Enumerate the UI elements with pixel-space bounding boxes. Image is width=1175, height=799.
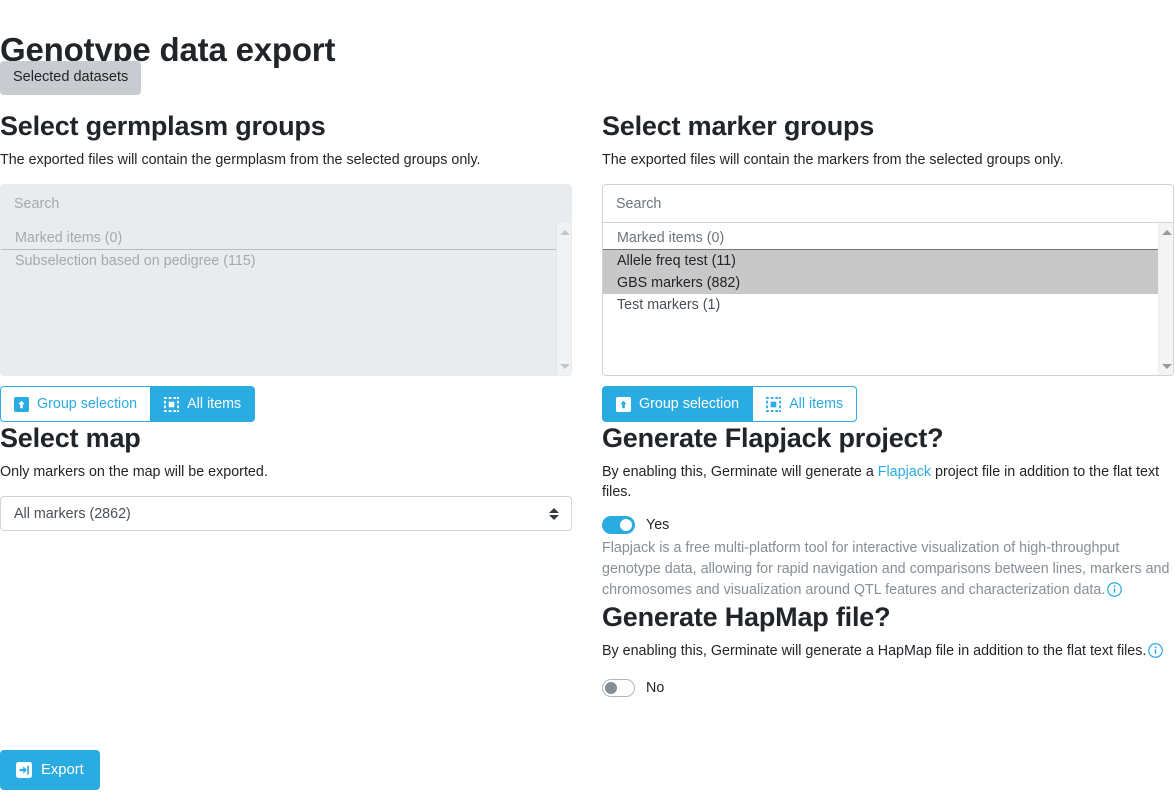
upload-square-icon — [616, 397, 631, 412]
select-all-dotted-square-icon — [766, 397, 781, 412]
germplasm-group-selection-label: Group selection — [37, 397, 137, 411]
markers-group-selection-button[interactable]: Group selection — [602, 386, 753, 422]
flapjack-help-text: Flapjack is a free multi-platform tool f… — [602, 538, 1174, 601]
germplasm-all-items-label: All items — [187, 397, 241, 411]
markers-list-scrollbar[interactable] — [1158, 223, 1173, 375]
map-select-wrapper[interactable]: All markers (2862) — [0, 496, 572, 531]
hapmap-description-body: By enabling this, Germinate will generat… — [602, 643, 1146, 659]
map-description: Only markers on the map will be exported… — [0, 462, 572, 482]
hapmap-toggle[interactable] — [602, 679, 635, 697]
hapmap-description: By enabling this, Germinate will generat… — [602, 641, 1174, 661]
scroll-up-arrow-icon[interactable] — [557, 225, 572, 239]
germplasm-column: Select germplasm groups The exported fil… — [0, 110, 572, 531]
germplasm-list[interactable]: Marked items (0) Subselection based on p… — [0, 222, 572, 376]
flapjack-help-text-body: Flapjack is a free multi-platform tool f… — [602, 540, 1169, 598]
flapjack-toggle[interactable] — [602, 516, 635, 534]
hapmap-toggle-label: No — [646, 680, 664, 696]
flapjack-description: By enabling this, Germinate will generat… — [602, 462, 1174, 502]
export-arrow-icon — [16, 762, 32, 778]
flapjack-heading: Generate Flapjack project? — [602, 422, 1174, 454]
export-button-label: Export — [41, 762, 84, 778]
flapjack-link[interactable]: Flapjack — [878, 464, 931, 480]
germplasm-mode-buttons: Group selection — [0, 386, 572, 422]
markers-column: Select marker groups The exported files … — [602, 110, 1174, 697]
markers-all-items-label: All items — [789, 397, 843, 411]
scroll-down-arrow-icon[interactable] — [1159, 359, 1174, 373]
markers-list-items: Marked items (0) Allele freq test (11) G… — [603, 227, 1173, 316]
markers-group-selection-label: Group selection — [639, 397, 739, 411]
germplasm-all-items-button[interactable]: All items — [151, 386, 255, 422]
export-button[interactable]: Export — [0, 750, 100, 790]
markers-mode-buttons: Group selection — [602, 386, 1174, 422]
select-all-dotted-square-icon — [164, 397, 179, 412]
upload-square-icon — [14, 397, 29, 412]
hapmap-toggle-row: No — [602, 679, 1174, 697]
markers-group-widget: Search Marked items (0) Allele freq test… — [602, 184, 1174, 422]
flapjack-toggle-row: Yes — [602, 516, 1174, 534]
germplasm-search-input[interactable]: Search — [0, 184, 572, 222]
markers-heading: Select marker groups — [602, 110, 1174, 142]
germplasm-group-widget: Search Marked items (0) Subselection bas… — [0, 184, 572, 422]
info-circle-icon[interactable] — [1148, 643, 1163, 658]
markers-description: The exported files will contain the mark… — [602, 150, 1174, 170]
list-item[interactable]: Test markers (1) — [603, 294, 1173, 316]
selected-datasets-badge[interactable]: Selected datasets — [0, 61, 141, 95]
list-item[interactable]: GBS markers (882) — [603, 272, 1167, 294]
list-item[interactable]: Marked items (0) — [603, 227, 1167, 250]
germplasm-heading: Select germplasm groups — [0, 110, 572, 142]
genotype-export-page: Genotype data export Selected datasets S… — [0, 0, 1175, 799]
list-item[interactable]: Marked items (0) — [1, 227, 565, 250]
germplasm-list-items: Marked items (0) Subselection based on p… — [1, 227, 571, 272]
markers-list[interactable]: Marked items (0) Allele freq test (11) G… — [602, 222, 1174, 376]
list-item[interactable]: Subselection based on pedigree (115) — [1, 250, 571, 272]
hapmap-heading: Generate HapMap file? — [602, 601, 1174, 633]
germplasm-description: The exported files will contain the germ… — [0, 150, 572, 170]
map-heading: Select map — [0, 422, 572, 454]
list-item[interactable]: Allele freq test (11) — [603, 250, 1167, 272]
markers-all-items-button[interactable]: All items — [753, 386, 857, 422]
scroll-down-arrow-icon[interactable] — [557, 359, 572, 373]
info-circle-icon[interactable] — [1107, 582, 1122, 597]
markers-search-input[interactable]: Search — [602, 184, 1174, 222]
germplasm-list-scrollbar[interactable] — [556, 223, 571, 375]
flapjack-toggle-label: Yes — [646, 517, 669, 533]
germplasm-group-selection-button[interactable]: Group selection — [0, 386, 151, 422]
flapjack-description-part1: By enabling this, Germinate will generat… — [602, 464, 878, 480]
scroll-up-arrow-icon[interactable] — [1159, 225, 1174, 239]
map-select[interactable]: All markers (2862) — [0, 496, 572, 531]
